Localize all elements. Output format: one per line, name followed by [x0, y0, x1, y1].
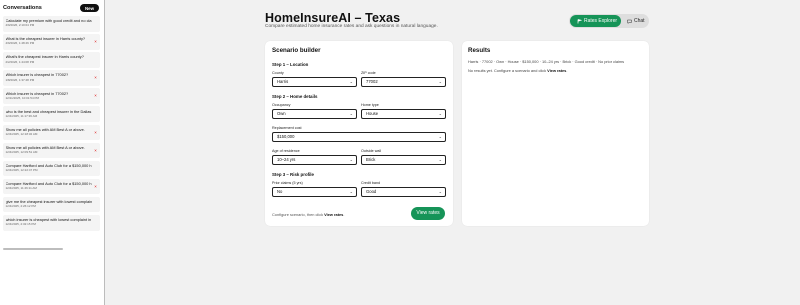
conversation-item[interactable]: What is the cheapest insurer in Harris c…	[3, 34, 100, 50]
rates-explorer-icon	[577, 18, 582, 23]
conversation-list: Calculate my premium with good credit an…	[0, 16, 104, 231]
conversation-item[interactable]: What's the cheapest insurer in Harris co…	[3, 52, 100, 68]
conversation-timestamp: 12/4/2025, 2:32:15 PM	[5, 222, 36, 227]
results-title: Results	[468, 47, 491, 54]
tab-chat-label: Chat	[633, 18, 645, 24]
conversation-timestamp: 4/9/2026, 1:48:46 PM	[5, 41, 35, 46]
scenario-builder-title: Scenario builder	[272, 47, 321, 54]
page-title: HomeInsureAI – Texas	[265, 11, 401, 25]
conversation-item[interactable]: which insurer is cheapest with lowest co…	[3, 215, 100, 231]
footer-suffix: .	[343, 212, 345, 217]
conversation-timestamp: 12/11/2025, 10:01:54 PM	[5, 95, 39, 100]
outside-wall-select[interactable]: Brick ⌄	[361, 155, 446, 165]
zip-value: 77002	[366, 79, 378, 84]
conversation-timestamp: 12/4/2025, 12:22:47 PM	[5, 168, 38, 173]
county-value: Harris	[277, 79, 289, 84]
sidebar-header: Conversations New	[0, 0, 104, 16]
occupancy-label: Occupancy	[272, 103, 291, 107]
conversation-timestamp: 1/8/2026, 1:37:48 PM	[5, 77, 35, 82]
conversation-timestamp: 2/2/2026, 1:44:08 PM	[5, 59, 35, 64]
prior-claims-select[interactable]: No ⌄	[272, 187, 357, 197]
sidebar-title: Conversations	[3, 5, 42, 11]
conversation-item[interactable]: Show me all policies with AM Best A or a…	[3, 124, 100, 141]
view-tabs: Rates Explorer Chat	[569, 14, 649, 28]
footer-prefix: Configure scenario, then click	[272, 212, 324, 217]
chevron-down-icon: ⌄	[349, 157, 353, 162]
home-type-select[interactable]: House ⌄	[361, 109, 446, 119]
scenario-builder-card: Scenario builder Step 1 – Location Count…	[265, 41, 453, 226]
conversation-timestamp: 4/9/2026, 2:10:04 PM	[5, 23, 35, 28]
credit-band-value: Good	[366, 189, 377, 194]
chevron-down-icon: ⌄	[349, 189, 353, 194]
conversation-timestamp: 12/4/2025, 11:17:36 AM	[5, 113, 38, 118]
step-home-details-heading: Step 2 – Home details	[272, 94, 318, 99]
results-card: Results Harris · 77002 · Own · House · $…	[462, 41, 649, 226]
tab-rates-explorer-label: Rates Explorer	[583, 18, 618, 24]
sidebar: Conversations New Calculate my premium w…	[0, 0, 105, 305]
conversation-item[interactable]: Compare Hartford and Auto Club for a $15…	[3, 178, 100, 195]
delete-conversation-icon[interactable]: ×	[93, 93, 98, 98]
empty-prefix: No results yet. Configure a scenario and…	[468, 68, 547, 73]
conversation-item[interactable]: Which insurer is cheapest in 77002? 12/11…	[3, 88, 100, 104]
outside-wall-value: Brick	[366, 157, 376, 162]
conversation-item[interactable]: Compare Hartford and Auto Club for a $15…	[3, 160, 100, 177]
chevron-down-icon: ⌄	[438, 79, 442, 84]
prior-claims-label: Prior claims (5 yrs)	[272, 181, 303, 185]
conversation-item[interactable]: Show me all policies with AM Best A or a…	[3, 142, 100, 159]
tab-chat[interactable]: Chat	[624, 15, 648, 27]
chevron-down-icon: ⌄	[438, 134, 442, 139]
credit-band-select[interactable]: Good ⌄	[361, 187, 446, 197]
replacement-cost-label: Replacement cost	[272, 126, 302, 130]
outside-wall-label: Outside wall	[361, 149, 382, 153]
conversation-title: What's the cheapest insurer in Harris co…	[5, 54, 84, 60]
conversation-timestamp: 12/4/2025, 2:26:12 PM	[5, 204, 36, 209]
chevron-down-icon: ⌄	[438, 189, 442, 194]
age-value: 10–24 yrs	[277, 157, 296, 162]
footer-view-rates-link: View rates	[324, 212, 344, 217]
conversation-item[interactable]: Calculate my premium with good credit an…	[3, 16, 100, 32]
chat-icon	[627, 19, 633, 24]
chevron-down-icon: ⌄	[438, 157, 442, 162]
builder-footer-text: Configure scenario, then click View rate…	[272, 212, 344, 217]
chevron-down-icon: ⌄	[349, 111, 353, 116]
county-select[interactable]: Harris ⌄	[272, 77, 357, 87]
results-empty-message: No results yet. Configure a scenario and…	[468, 68, 567, 73]
occupancy-select[interactable]: Own ⌄	[272, 109, 357, 119]
chevron-down-icon: ⌄	[438, 111, 442, 116]
view-rates-button[interactable]: View rates	[411, 207, 445, 220]
horizontal-scrollbar[interactable]	[3, 247, 63, 250]
delete-conversation-icon[interactable]: ×	[93, 130, 98, 135]
county-label: County	[272, 71, 284, 75]
replacement-cost-value: $150,000	[277, 134, 295, 139]
prior-claims-value: No	[277, 189, 283, 194]
empty-view-rates-link: View rates	[547, 68, 567, 73]
age-label: Age of residence	[272, 149, 300, 153]
conversation-timestamp: 12/4/2025, 12:18:32 AM	[5, 131, 38, 136]
replacement-cost-select[interactable]: $150,000 ⌄	[272, 132, 446, 142]
home-type-label: Home type	[361, 103, 379, 107]
empty-suffix: .	[566, 68, 568, 73]
zip-label: ZIP code	[361, 71, 376, 75]
chevron-down-icon: ⌄	[349, 79, 353, 84]
conversation-timestamp: 12/4/2025, 11:46:11 AM	[5, 186, 37, 191]
delete-conversation-icon[interactable]: ×	[93, 148, 98, 153]
step-risk-profile-heading: Step 3 – Risk profile	[272, 172, 314, 177]
home-type-value: House	[366, 111, 379, 116]
step-location-heading: Step 1 – Location	[272, 62, 309, 67]
conversation-timestamp: 12/4/2025, 12:09:51 AM	[5, 150, 38, 155]
results-scenario-summary: Harris · 77002 · Own · House · $150,000 …	[468, 59, 625, 64]
conversation-item[interactable]: Which insurer is cheapest in 77002? 1/8/2…	[3, 70, 100, 86]
new-conversation-button[interactable]: New	[79, 3, 99, 13]
zip-select[interactable]: 77002 ⌄	[361, 77, 446, 87]
delete-conversation-icon[interactable]: ×	[93, 184, 98, 189]
credit-band-label: Credit band	[361, 181, 381, 185]
occupancy-value: Own	[277, 111, 286, 116]
delete-conversation-icon[interactable]: ×	[93, 39, 98, 44]
tab-rates-explorer[interactable]: Rates Explorer	[570, 15, 621, 27]
age-select[interactable]: 10–24 yrs ⌄	[272, 155, 357, 165]
conversation-item[interactable]: give me the cheapest insurer with lowest…	[3, 196, 100, 213]
page-subtitle: Compare estimated home insurance rates a…	[265, 24, 438, 29]
delete-conversation-icon[interactable]: ×	[93, 75, 98, 80]
conversation-item[interactable]: who is the best and cheapest insurer in …	[3, 106, 100, 122]
